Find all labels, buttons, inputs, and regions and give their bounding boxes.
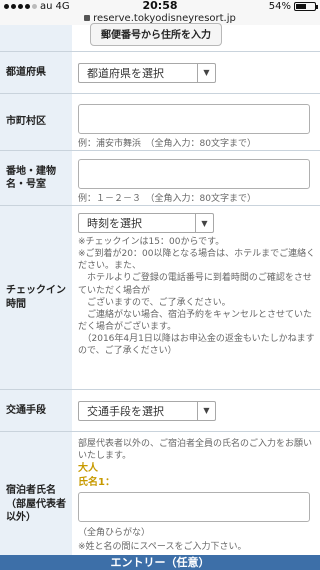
- checkin-note: ※チェックインは15：00からです。: [78, 237, 225, 247]
- lock-icon: [84, 15, 91, 21]
- checkin-note: ホテルよりご登録の電話番号に到着時間のご確認をさせていただく場合が: [78, 273, 312, 296]
- battery-icon: [294, 1, 318, 11]
- prefecture-select-value: 都道府県を選択: [87, 66, 164, 80]
- transport-select[interactable]: 交通手段を選択 ▼: [78, 400, 216, 421]
- checkin-select-value: 時刻を選択: [87, 217, 142, 230]
- entry-button[interactable]: エントリー（任意）: [0, 555, 320, 570]
- battery-fill: [296, 3, 306, 9]
- guest-name-hint: （全角ひらがな）: [78, 528, 151, 539]
- guest-names-label: 宿泊者氏名（部屋代表者以外）: [0, 432, 72, 570]
- battery-area: 54%: [268, 0, 318, 12]
- booking-form: 郵便番号から住所を入力 都道府県 都道府県を選択 ▼ 市町村区 例：浦安市舞浜 …: [0, 23, 320, 570]
- guest-intro: 部屋代表者以外の、ご宿泊者全員の氏名のご入力をお願いいたします。: [78, 439, 313, 462]
- city-input[interactable]: [78, 104, 310, 134]
- checkin-note: ご連絡がない場合、宿泊予約をキャンセルとさせていただく場合がございます。: [78, 309, 313, 332]
- checkin-time-select[interactable]: 時刻を選択 ▼: [78, 213, 214, 233]
- zip-row-label-cell: [0, 25, 72, 51]
- prefecture-select[interactable]: 都道府県を選択 ▼: [78, 62, 216, 83]
- guest-name-label: 氏名1：: [78, 477, 115, 489]
- checkin-note: （2016年4月1日以降はお申込金の返金もいたしかねますので、ご了承ください）: [78, 334, 315, 357]
- guest-name-note: ※姓と名の間にスペースをご入力下さい。: [78, 542, 247, 553]
- chevron-down-icon: ▼: [197, 401, 215, 420]
- transport-label: 交通手段: [0, 390, 72, 431]
- transport-select-value: 交通手段を選択: [87, 404, 164, 418]
- adult-heading: 大人: [78, 463, 98, 475]
- zip-lookup-button[interactable]: 郵便番号から住所を入力: [90, 23, 222, 46]
- address-label: 番地・建物名・号室: [0, 151, 72, 205]
- address-input[interactable]: [78, 159, 310, 189]
- battery-percent: 54%: [268, 0, 291, 12]
- address-hint: 例：１－２－３ （全角入力：80文字まで）: [78, 194, 256, 204]
- chevron-down-icon: ▼: [195, 214, 213, 232]
- city-hint: 例：浦安市舞浜 （全角入力：80文字まで）: [78, 139, 256, 149]
- chevron-down-icon: ▼: [197, 63, 215, 82]
- prefecture-label: 都道府県: [0, 52, 72, 93]
- city-label: 市町村区: [0, 94, 72, 150]
- address-row: 番地・建物名・号室 例：１－２－３ （全角入力：80文字まで）: [0, 151, 320, 206]
- guest-name-input[interactable]: [78, 492, 310, 523]
- city-row: 市町村区 例：浦安市舞浜 （全角入力：80文字まで）: [0, 94, 320, 151]
- guest-names-row: 宿泊者氏名（部屋代表者以外） 部屋代表者以外の、ご宿泊者全員の氏名のご入力をお願…: [0, 432, 320, 570]
- prefecture-row: 都道府県 都道府県を選択 ▼: [0, 52, 320, 94]
- transport-row: 交通手段 交通手段を選択 ▼: [0, 390, 320, 432]
- checkin-label: チェックイン時間: [0, 206, 72, 389]
- zip-row: 郵便番号から住所を入力: [0, 23, 320, 52]
- checkin-note: ※ご到着が20：00以降となる場合は、ホテルまでご連絡ください。また、: [78, 249, 316, 272]
- checkin-row: チェックイン時間 時刻を選択 ▼ ※チェックインは15：00からです。 ※ご到着…: [0, 206, 320, 390]
- checkin-note: ございますので、ご了承ください。: [78, 297, 231, 308]
- status-bar: au 4G 20:58 54%: [0, 0, 320, 12]
